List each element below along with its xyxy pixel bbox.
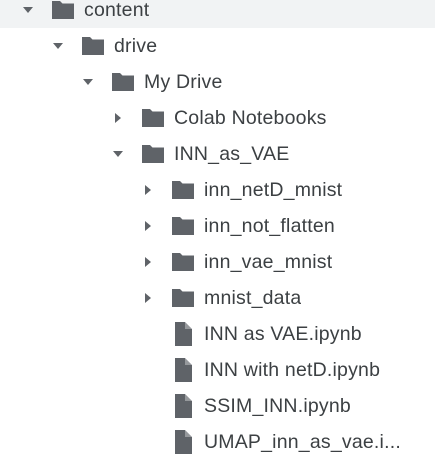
tree-item-label: inn_netD_mnist xyxy=(204,178,343,201)
tree-item-my-drive[interactable]: My Drive xyxy=(0,64,435,100)
tree-item-label: drive xyxy=(114,34,158,57)
caret-down-icon[interactable] xyxy=(50,38,66,54)
tree-item-ssim-inn-ipynb[interactable]: SSIM_INN.ipynb xyxy=(0,388,435,424)
tree-item-mnist-data[interactable]: mnist_data xyxy=(0,280,435,316)
folder-icon xyxy=(140,141,166,167)
tree-item-label: SSIM_INN.ipynb xyxy=(204,394,351,417)
file-tree: content drive My Drive Colab Notebooks I… xyxy=(0,0,435,460)
folder-icon xyxy=(170,285,196,311)
tree-item-label: content xyxy=(84,0,150,21)
tree-item-inn-not-flatten[interactable]: inn_not_flatten xyxy=(0,208,435,244)
tree-item-label: INN as VAE.ipynb xyxy=(204,322,362,345)
tree-item-inn-netd-mnist[interactable]: inn_netD_mnist xyxy=(0,172,435,208)
folder-icon xyxy=(110,69,136,95)
folder-icon xyxy=(170,213,196,239)
file-icon xyxy=(170,393,196,419)
caret-right-icon[interactable] xyxy=(140,182,156,198)
tree-item-inn-with-netd-ipynb[interactable]: INN with netD.ipynb xyxy=(0,352,435,388)
tree-item-inn-as-vae-ipynb[interactable]: INN as VAE.ipynb xyxy=(0,316,435,352)
caret-right-icon[interactable] xyxy=(140,254,156,270)
tree-item-drive[interactable]: drive xyxy=(0,28,435,64)
file-icon xyxy=(170,321,196,347)
tree-item-label: inn_vae_mnist xyxy=(204,250,333,273)
caret-right-icon[interactable] xyxy=(110,110,126,126)
folder-icon xyxy=(140,105,166,131)
caret-down-icon[interactable] xyxy=(110,146,126,162)
tree-item-inn-as-vae[interactable]: INN_as_VAE xyxy=(0,136,435,172)
tree-item-label: INN with netD.ipynb xyxy=(204,358,381,381)
tree-item-label: My Drive xyxy=(144,70,223,93)
caret-right-icon[interactable] xyxy=(140,218,156,234)
tree-item-label: mnist_data xyxy=(204,286,302,309)
tree-item-label: INN_as_VAE xyxy=(174,142,290,165)
tree-item-colab-notebooks[interactable]: Colab Notebooks xyxy=(0,100,435,136)
tree-item-inn-vae-mnist[interactable]: inn_vae_mnist xyxy=(0,244,435,280)
tree-item-label: inn_not_flatten xyxy=(204,214,335,237)
tree-item-content[interactable]: content xyxy=(0,0,435,28)
folder-icon xyxy=(80,33,106,59)
folder-icon xyxy=(170,177,196,203)
tree-item-label: Colab Notebooks xyxy=(174,106,327,129)
caret-down-icon[interactable] xyxy=(20,2,36,18)
tree-item-label: UMAP_inn_as_vae.i... xyxy=(204,430,401,453)
file-icon xyxy=(170,357,196,383)
caret-down-icon[interactable] xyxy=(80,74,96,90)
caret-right-icon[interactable] xyxy=(140,290,156,306)
file-icon xyxy=(170,429,196,455)
tree-item-umap-inn-as-vae[interactable]: UMAP_inn_as_vae.i... xyxy=(0,424,435,460)
folder-icon xyxy=(50,0,76,23)
folder-icon xyxy=(170,249,196,275)
